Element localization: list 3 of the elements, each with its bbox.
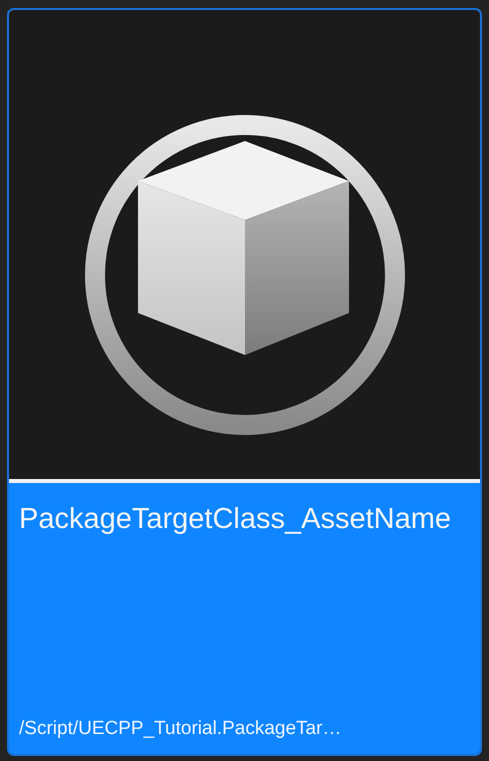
asset-tile[interactable]: PackageTargetClass_AssetName /Script/UECPP_Tutorial.PackageTar… xyxy=(7,8,482,756)
asset-path: /Script/UECPP_Tutorial.PackageTar… xyxy=(19,718,342,740)
asset-name: PackageTargetClass_AssetName xyxy=(19,502,452,537)
